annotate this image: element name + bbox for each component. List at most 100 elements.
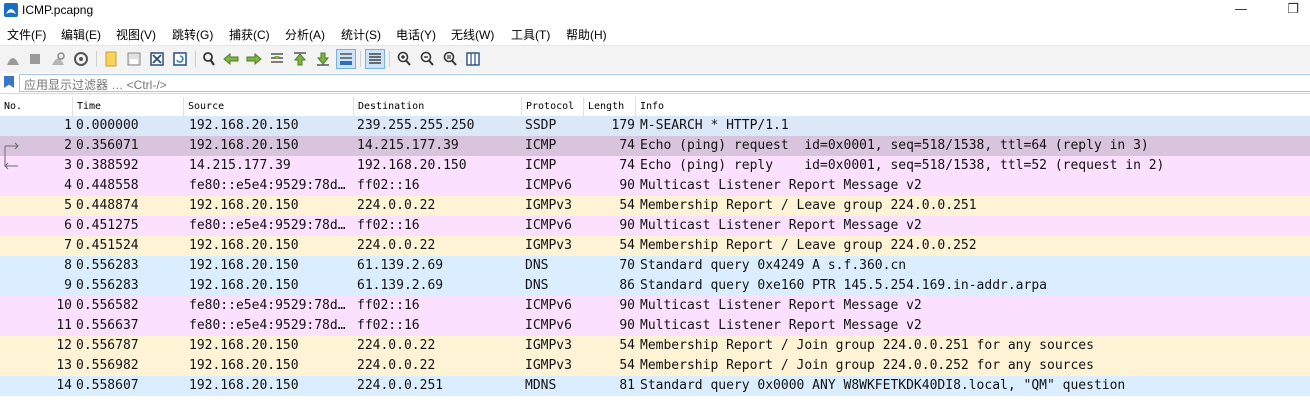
packet-row[interactable]: 5 0.448874 192.168.20.150 224.0.0.22 IGMPv3 5… bbox=[0, 196, 1310, 216]
menu-statistics[interactable]: 统计(S) bbox=[341, 26, 381, 43]
menu-telephony[interactable]: 电话(Y) bbox=[396, 26, 436, 43]
stop-icon[interactable] bbox=[26, 50, 44, 68]
menu-analyze[interactable]: 分析(A) bbox=[285, 26, 325, 43]
menu-view[interactable]: 视图(V) bbox=[116, 26, 156, 43]
packet-destination: 239.255.255.250 bbox=[357, 118, 475, 133]
capture-options-icon[interactable] bbox=[72, 50, 90, 68]
packet-row[interactable]: 7 0.451524 192.168.20.150 224.0.0.22 IGMPv3 5… bbox=[0, 236, 1310, 256]
packet-destination: ff02::16 bbox=[357, 318, 420, 333]
shark-fin-start-icon[interactable] bbox=[4, 50, 22, 68]
last-packet-icon[interactable] bbox=[314, 50, 332, 68]
restore-button[interactable]: ❐ bbox=[1270, 0, 1310, 22]
menu-help[interactable]: 帮助(H) bbox=[566, 26, 607, 43]
packet-info: Standard query 0x4249 A s.f.360.cn bbox=[640, 258, 907, 273]
menu-go[interactable]: 跳转(G) bbox=[172, 26, 213, 43]
packet-no: 9 bbox=[64, 278, 72, 293]
save-file-icon[interactable] bbox=[125, 50, 143, 68]
column-header-info[interactable]: Info bbox=[636, 97, 1310, 116]
packet-row[interactable]: 12 0.556787 192.168.20.150 224.0.0.22 IGMPv3… bbox=[0, 336, 1310, 356]
close-file-icon[interactable] bbox=[148, 50, 166, 68]
column-header-time[interactable]: Time bbox=[73, 97, 184, 116]
packet-time: 0.556283 bbox=[76, 278, 139, 293]
restart-icon[interactable] bbox=[49, 50, 67, 68]
reload-icon[interactable] bbox=[171, 50, 189, 68]
packet-info: Echo (ping) reply id=0x0001, seq=518/153… bbox=[640, 158, 1165, 173]
first-packet-icon[interactable] bbox=[291, 50, 309, 68]
packet-no: 13 bbox=[56, 358, 72, 373]
zoom-in-icon[interactable] bbox=[395, 50, 413, 68]
packet-destination: 224.0.0.22 bbox=[357, 358, 436, 373]
menu-capture[interactable]: 捕获(C) bbox=[229, 26, 270, 43]
packet-row[interactable]: 13 0.556982 192.168.20.150 224.0.0.22 IGMPv3… bbox=[0, 356, 1310, 376]
packet-length: 70 bbox=[619, 258, 635, 273]
packet-row[interactable]: 3 0.388592 14.215.177.39 192.168.20.150 ICMP… bbox=[0, 156, 1310, 176]
packet-source: fe80::e5e4:9529:78d… bbox=[189, 298, 346, 313]
packet-source: 192.168.20.150 bbox=[189, 238, 299, 253]
packet-time: 0.556637 bbox=[76, 318, 139, 333]
packet-source: 192.168.20.150 bbox=[189, 198, 299, 213]
column-header-destination[interactable]: Destination bbox=[354, 97, 522, 116]
bookmark-icon[interactable] bbox=[4, 76, 14, 88]
wireshark-logo-icon bbox=[4, 3, 18, 17]
packet-length: 90 bbox=[619, 298, 635, 313]
packet-time: 0.556982 bbox=[76, 358, 139, 373]
zoom-out-icon[interactable] bbox=[418, 50, 436, 68]
packet-protocol: ICMPv6 bbox=[525, 298, 572, 313]
packet-row[interactable]: 11 0.556637 fe80::e5e4:9529:78d… ff02::16 IC… bbox=[0, 316, 1310, 336]
menu-wireless[interactable]: 无线(W) bbox=[451, 26, 494, 43]
packet-protocol: ICMPv6 bbox=[525, 218, 572, 233]
menu-edit[interactable]: 编辑(E) bbox=[61, 26, 101, 43]
title-bar: ICMP.pcapng — ❐ bbox=[0, 0, 1310, 22]
packet-info: Membership Report / Leave group 224.0.0.… bbox=[640, 238, 977, 253]
packet-no: 4 bbox=[64, 178, 72, 193]
packet-protocol: SSDP bbox=[525, 118, 557, 133]
normal-size-icon[interactable] bbox=[441, 50, 459, 68]
column-header-no[interactable]: No. bbox=[0, 97, 73, 116]
packet-info: Membership Report / Join group 224.0.0.2… bbox=[640, 338, 1094, 353]
packet-info: Multicast Listener Report Message v2 bbox=[640, 318, 922, 333]
menu-tools[interactable]: 工具(T) bbox=[511, 26, 550, 43]
find-icon[interactable] bbox=[200, 50, 218, 68]
packet-row[interactable]: 10 0.556582 fe80::e5e4:9529:78d… ff02::16 IC… bbox=[0, 296, 1310, 316]
packet-length: 86 bbox=[619, 278, 635, 293]
packet-info: M-SEARCH * HTTP/1.1 bbox=[640, 118, 789, 133]
packet-destination: 224.0.0.251 bbox=[357, 378, 444, 393]
go-to-packet-icon[interactable] bbox=[268, 50, 286, 68]
packet-no: 10 bbox=[56, 298, 72, 313]
resize-columns-icon[interactable] bbox=[464, 50, 482, 68]
packet-source: 192.168.20.150 bbox=[189, 278, 299, 293]
go-back-icon[interactable] bbox=[222, 50, 240, 68]
packet-protocol: IGMPv3 bbox=[525, 198, 572, 213]
minimize-button[interactable]: — bbox=[1218, 0, 1264, 22]
packet-time: 0.556283 bbox=[76, 258, 139, 273]
packet-source: 14.215.177.39 bbox=[189, 158, 291, 173]
autoscroll-icon[interactable] bbox=[336, 49, 356, 69]
packet-row[interactable]: 9 0.556283 192.168.20.150 61.139.2.69 DNS 86 S… bbox=[0, 276, 1310, 296]
display-filter-input[interactable]: 应用显示过滤器 … <Ctrl-/> bbox=[19, 74, 1310, 92]
packet-protocol: ICMP bbox=[525, 158, 557, 173]
column-header-length[interactable]: Length bbox=[584, 97, 636, 116]
packet-row[interactable]: 2 0.356071 192.168.20.150 14.215.177.39 ICMP… bbox=[0, 136, 1310, 156]
colorize-icon[interactable] bbox=[365, 49, 385, 69]
packet-info: Membership Report / Join group 224.0.0.2… bbox=[640, 358, 1094, 373]
packet-time: 0.388592 bbox=[76, 158, 139, 173]
main-toolbar bbox=[0, 45, 1310, 75]
packet-list[interactable]: 1 0.000000 192.168.20.150 239.255.255.250 SS… bbox=[0, 116, 1310, 402]
packet-time: 0.448558 bbox=[76, 178, 139, 193]
column-header-source[interactable]: Source bbox=[184, 97, 354, 116]
packet-destination: 224.0.0.22 bbox=[357, 198, 436, 213]
packet-row[interactable]: 4 0.448558 fe80::e5e4:9529:78d… ff02::16 ICM… bbox=[0, 176, 1310, 196]
packet-protocol: ICMPv6 bbox=[525, 178, 572, 193]
packet-no: 8 bbox=[64, 258, 72, 273]
packet-time: 0.451524 bbox=[76, 238, 139, 253]
packet-row[interactable]: 6 0.451275 fe80::e5e4:9529:78d… ff02::16 ICM… bbox=[0, 216, 1310, 236]
packet-row[interactable]: 8 0.556283 192.168.20.150 61.139.2.69 DNS 70 S… bbox=[0, 256, 1310, 276]
go-forward-icon[interactable] bbox=[245, 50, 263, 68]
menu-file[interactable]: 文件(F) bbox=[7, 26, 46, 43]
packet-destination: ff02::16 bbox=[357, 298, 420, 313]
packet-row[interactable]: 1 0.000000 192.168.20.150 239.255.255.250 SS… bbox=[0, 116, 1310, 136]
column-header-protocol[interactable]: Protocol bbox=[522, 97, 584, 116]
packet-row[interactable]: 14 0.558607 192.168.20.150 224.0.0.251 MDNS 8… bbox=[0, 376, 1310, 396]
packet-time: 0.451275 bbox=[76, 218, 139, 233]
open-file-icon[interactable] bbox=[102, 50, 120, 68]
